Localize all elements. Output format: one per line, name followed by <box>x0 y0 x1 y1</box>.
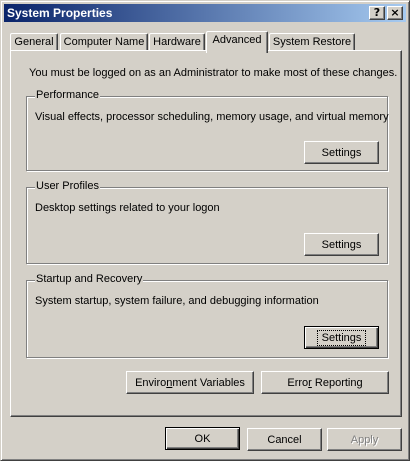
performance-label: Performance <box>35 89 100 101</box>
title-bar[interactable]: System Properties ? × <box>4 4 406 22</box>
tab-strip: General Computer Name Hardware Advanced … <box>10 31 402 53</box>
performance-settings-button[interactable]: Settings <box>304 141 379 164</box>
tab-advanced[interactable]: Advanced <box>206 31 268 53</box>
ok-button[interactable]: OK <box>165 427 240 450</box>
advanced-tab-panel: You must be logged on as an Administrato… <box>10 50 402 417</box>
environment-variables-button[interactable]: Environment Variables <box>126 371 254 394</box>
performance-description: Visual effects, processor scheduling, me… <box>35 111 389 123</box>
user-profiles-label: User Profiles <box>35 180 100 192</box>
window-title: System Properties <box>7 6 113 20</box>
startup-recovery-label: Startup and Recovery <box>35 273 144 285</box>
startup-recovery-settings-button[interactable]: Settings <box>304 326 379 349</box>
performance-group: Performance Visual effects, processor sc… <box>26 89 389 171</box>
user-profiles-settings-button[interactable]: Settings <box>304 233 379 256</box>
cancel-button[interactable]: Cancel <box>247 428 322 451</box>
startup-recovery-description: System startup, system failure, and debu… <box>35 295 319 307</box>
apply-button[interactable]: Apply <box>327 428 402 451</box>
close-button[interactable]: × <box>387 6 403 20</box>
user-profiles-description: Desktop settings related to your logon <box>35 202 220 214</box>
system-properties-window: System Properties ? × General Computer N… <box>0 0 410 461</box>
error-reporting-button[interactable]: Error Reporting <box>261 371 389 394</box>
help-button[interactable]: ? <box>369 6 385 20</box>
user-profiles-group: User Profiles Desktop settings related t… <box>26 180 388 264</box>
startup-recovery-group: Startup and Recovery System startup, sys… <box>26 273 388 358</box>
admin-notice: You must be logged on as an Administrato… <box>29 67 398 79</box>
